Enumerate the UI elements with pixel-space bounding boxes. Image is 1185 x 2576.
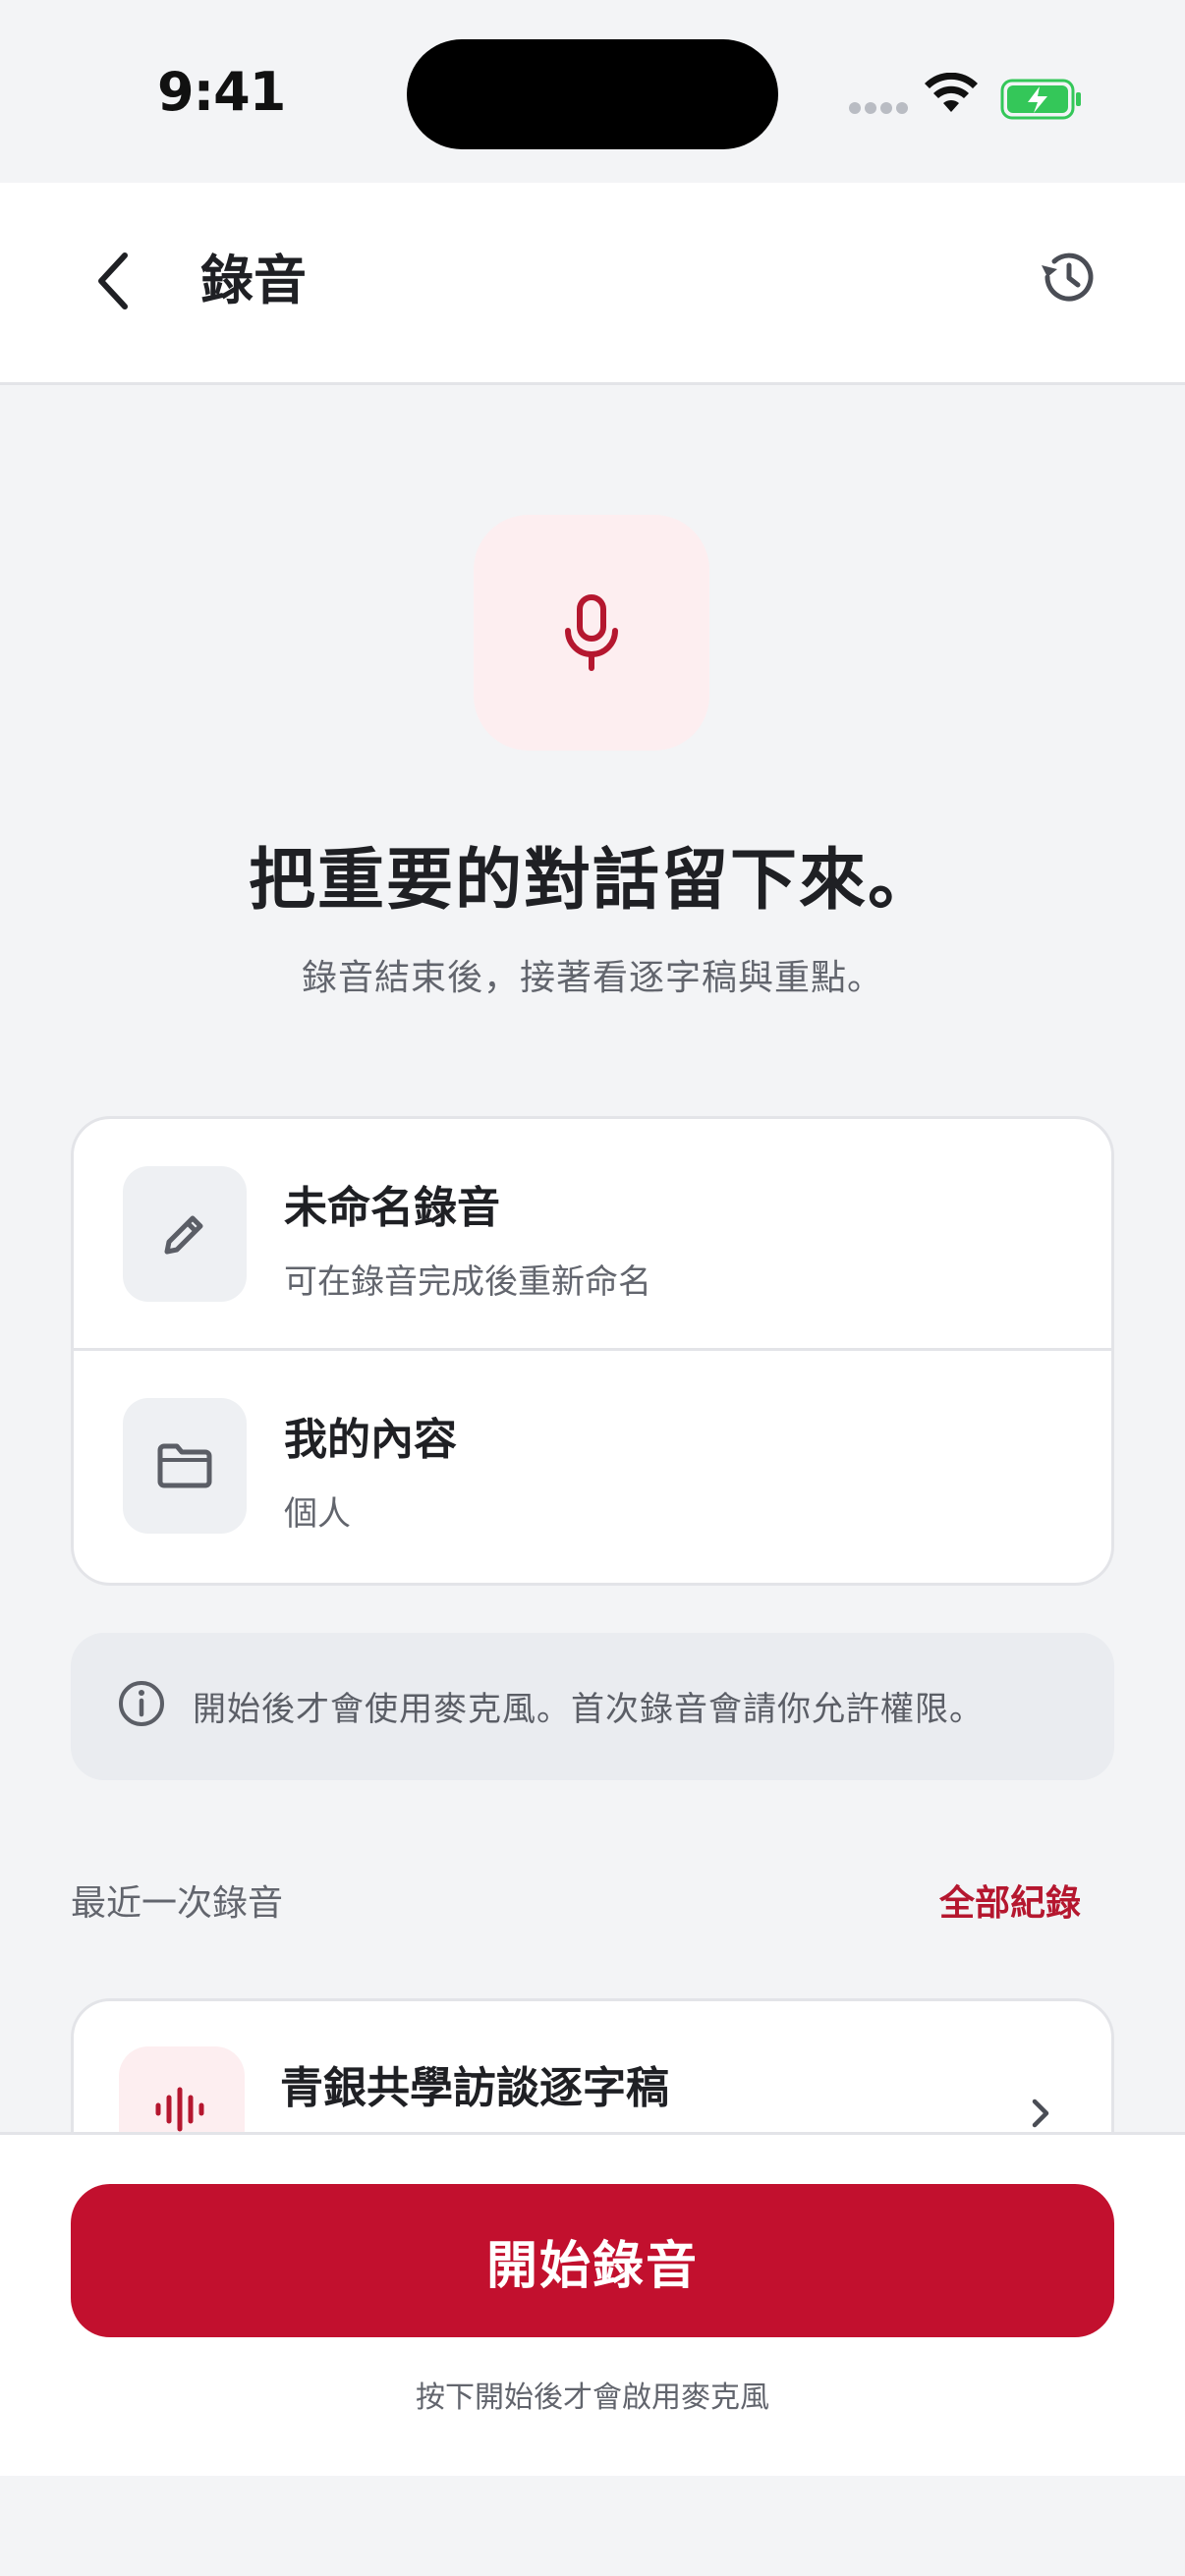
dynamic-island (407, 39, 778, 149)
history-icon (1042, 252, 1094, 302)
recording-name-subtitle: 可在錄音完成後重新命名 (284, 1262, 651, 1302)
microphone-badge (474, 515, 709, 751)
recording-settings-card: 未命名錄音 可在錄音完成後重新命名 我的內容 個人 (71, 1116, 1114, 1586)
recording-screen: 9:41 錄音 把重要的對話留下來。 錄音結束後，接著看逐字稿與重點。 未命名錄… (0, 0, 1185, 2576)
chevron-right-icon (1032, 2099, 1049, 2128)
info-icon (119, 1681, 164, 1726)
bottom-action-bar: 開始錄音 按下開始後才會啟用麥克風 (0, 2132, 1185, 2476)
hero-subline: 錄音結束後，接著看逐字稿與重點。 (301, 958, 883, 998)
bottom-note: 按下開始後才會啟用麥克風 (416, 2380, 769, 2415)
pencil-icon-tile (123, 1166, 247, 1302)
battery-charging-icon (1000, 79, 1081, 120)
hero-headline: 把重要的對話留下來。 (248, 842, 936, 920)
wifi-icon (925, 73, 978, 112)
folder-icon-tile (123, 1398, 247, 1534)
recording-name-title: 未命名錄音 (284, 1183, 500, 1233)
history-button[interactable] (1028, 238, 1106, 316)
folder-icon (157, 1443, 212, 1488)
recording-name-row[interactable]: 未命名錄音 可在錄音完成後重新命名 (74, 1119, 1111, 1351)
save-location-row[interactable]: 我的內容 個人 (74, 1351, 1111, 1583)
microphone-icon (565, 594, 618, 671)
start-recording-button[interactable]: 開始錄音 (71, 2184, 1114, 2337)
permission-info-banner: 開始後才會使用麥克風。首次錄音會請你允許權限。 (71, 1633, 1114, 1780)
status-time: 9:41 (157, 61, 286, 123)
save-location-subtitle: 個人 (284, 1494, 351, 1534)
all-records-link[interactable]: 全部紀錄 (939, 1875, 1081, 1926)
chevron-left-icon (98, 252, 128, 309)
page-title: 錄音 (200, 250, 307, 311)
back-button[interactable] (79, 242, 147, 320)
recent-section-label: 最近一次錄音 (71, 1883, 284, 1924)
top-nav-bar: 錄音 (0, 183, 1185, 385)
cellular-signal-icon (849, 102, 908, 116)
status-bar: 9:41 (0, 0, 1185, 183)
save-location-title: 我的內容 (284, 1415, 457, 1465)
pencil-icon (164, 1215, 203, 1255)
waveform-icon (155, 2087, 204, 2132)
permission-info-text: 開始後才會使用麥克風。首次錄音會請你允許權限。 (193, 1690, 984, 1729)
recent-recording-title: 青銀共學訪談逐字稿 (280, 2063, 669, 2113)
